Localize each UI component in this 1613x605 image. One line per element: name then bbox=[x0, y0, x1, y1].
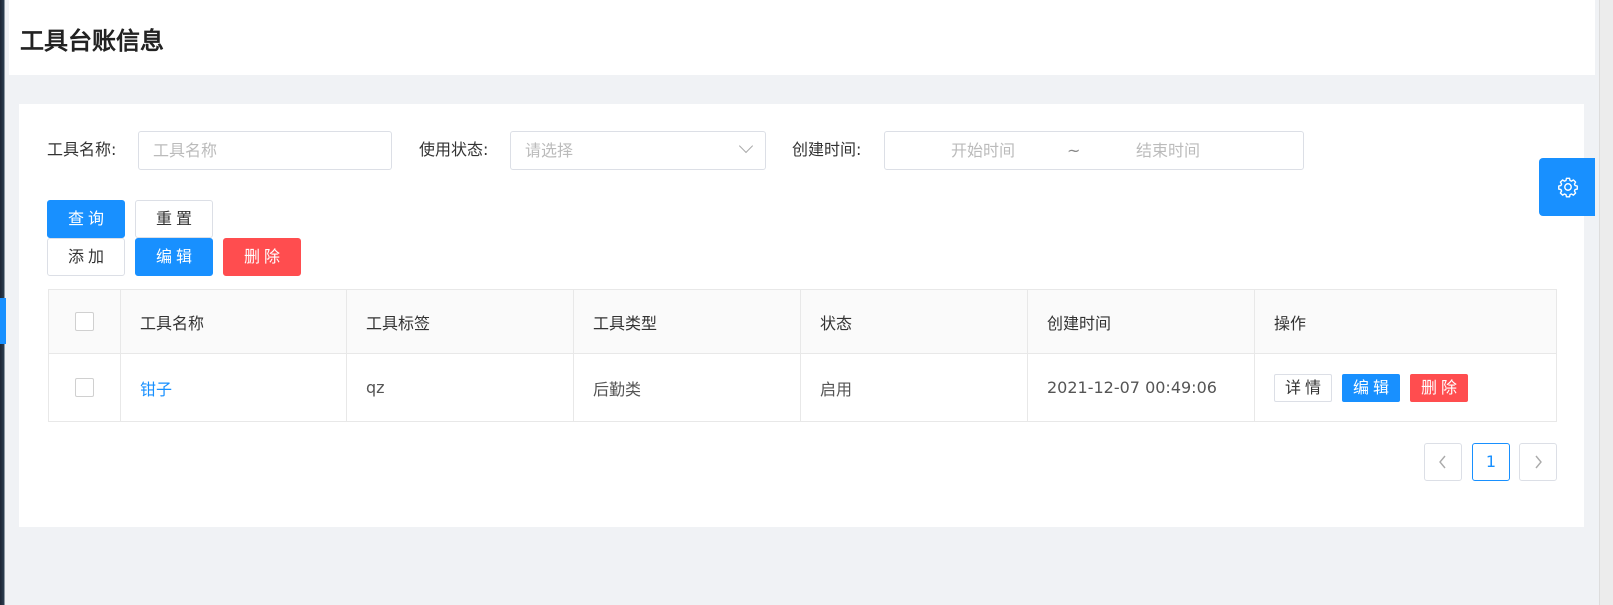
tool-name-cell: 钳子 bbox=[121, 354, 347, 421]
status-select[interactable]: 请选择 bbox=[510, 131, 766, 170]
status-select-placeholder: 请选择 bbox=[525, 141, 574, 160]
detail-button[interactable]: 详情 bbox=[1274, 373, 1333, 402]
date-range-picker[interactable]: 开始时间 ~ 结束时间 bbox=[884, 131, 1304, 170]
query-button[interactable]: 查询 bbox=[47, 200, 125, 238]
table-row: 钳子 qz 后勤类 启用 2021-12-07 00:49:06 详情 编辑 删… bbox=[49, 354, 1556, 421]
reset-button[interactable]: 重置 bbox=[135, 200, 213, 238]
prev-page-button[interactable] bbox=[1424, 443, 1462, 481]
tool-name-label: 工具名称: bbox=[47, 140, 117, 159]
column-header: 状态 bbox=[801, 290, 1028, 353]
start-date-input[interactable]: 开始时间 bbox=[951, 132, 1015, 169]
tool-name-input[interactable] bbox=[153, 132, 391, 169]
page-header: 工具台账信息 bbox=[9, 0, 1595, 75]
table-header: 工具名称 工具标签 工具类型 状态 创建时间 操作 bbox=[49, 290, 1556, 354]
page-title: 工具台账信息 bbox=[20, 27, 164, 55]
row-delete-button[interactable]: 删除 bbox=[1410, 373, 1469, 402]
row-checkbox[interactable] bbox=[75, 378, 94, 397]
gear-icon bbox=[1558, 177, 1578, 198]
tool-tag-cell: qz bbox=[347, 354, 574, 421]
vertical-scrollbar[interactable] bbox=[1595, 0, 1613, 605]
actions-cell: 详情 编辑 删除 bbox=[1255, 354, 1556, 421]
row-select-cell bbox=[49, 354, 121, 421]
chevron-down-icon bbox=[738, 138, 754, 154]
column-header: 工具类型 bbox=[574, 290, 801, 353]
status-label: 使用状态: bbox=[419, 140, 489, 159]
row-edit-button[interactable]: 编辑 bbox=[1342, 373, 1401, 402]
tool-name-field[interactable] bbox=[138, 131, 392, 170]
chevron-left-icon bbox=[1439, 455, 1446, 469]
add-button[interactable]: 添加 bbox=[47, 238, 125, 276]
scrollbar-thumb[interactable] bbox=[1599, 0, 1613, 605]
settings-button[interactable] bbox=[1539, 158, 1597, 216]
column-header: 创建时间 bbox=[1028, 290, 1255, 353]
select-all-checkbox[interactable] bbox=[75, 312, 94, 331]
tool-type-cell: 后勤类 bbox=[574, 354, 801, 421]
select-all-cell bbox=[49, 290, 121, 353]
edit-button[interactable]: 编辑 bbox=[135, 238, 213, 276]
tool-name-link[interactable]: 钳子 bbox=[140, 376, 172, 400]
chevron-right-icon bbox=[1535, 455, 1542, 469]
column-header: 工具标签 bbox=[347, 290, 574, 353]
tools-table: 工具名称 工具标签 工具类型 状态 创建时间 操作 钳子 qz 后勤类 启用 2… bbox=[48, 289, 1557, 422]
column-header: 操作 bbox=[1274, 313, 1307, 333]
next-page-button[interactable] bbox=[1519, 443, 1557, 481]
tool-status-cell: 启用 bbox=[801, 354, 1028, 421]
side-strip bbox=[0, 0, 9, 605]
created-time-label: 创建时间: bbox=[792, 140, 862, 159]
column-header: 工具名称 bbox=[121, 290, 347, 353]
end-date-input[interactable]: 结束时间 bbox=[1136, 132, 1200, 169]
page-number-button[interactable]: 1 bbox=[1472, 443, 1510, 481]
created-time-cell: 2021-12-07 00:49:06 bbox=[1028, 354, 1255, 421]
side-active-indicator bbox=[0, 298, 6, 344]
range-separator: ~ bbox=[1067, 141, 1081, 160]
delete-button[interactable]: 删除 bbox=[223, 238, 301, 276]
